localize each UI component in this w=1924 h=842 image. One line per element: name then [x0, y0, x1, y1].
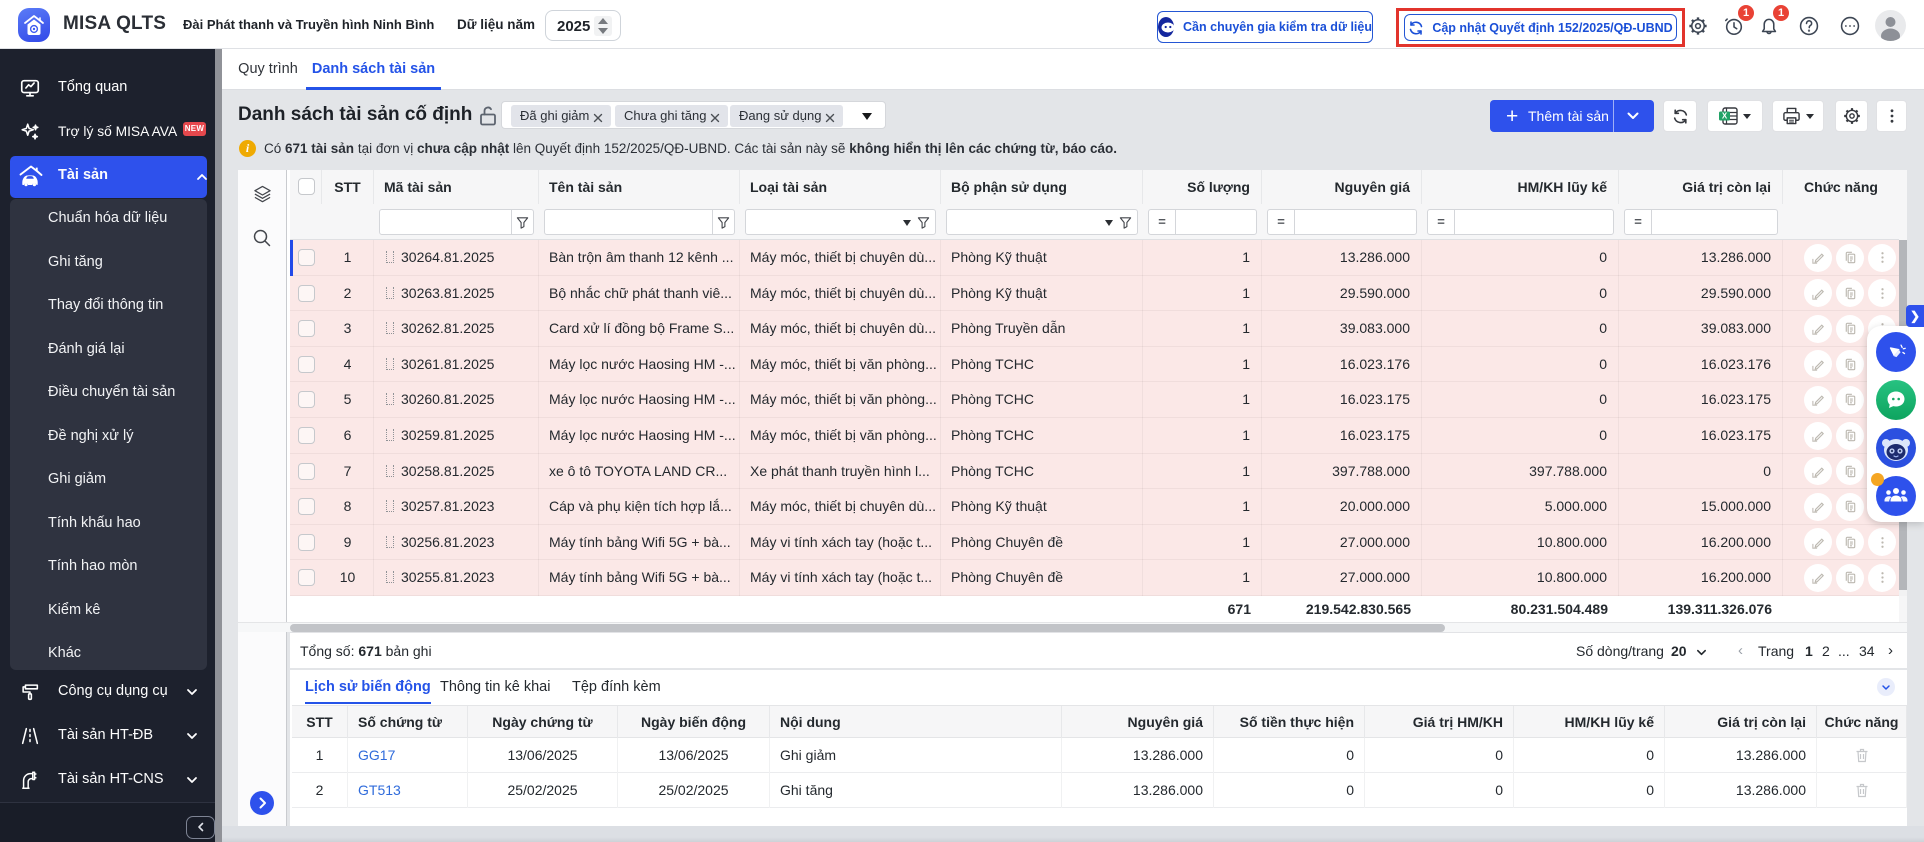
svg-text:X: X [1722, 112, 1728, 121]
